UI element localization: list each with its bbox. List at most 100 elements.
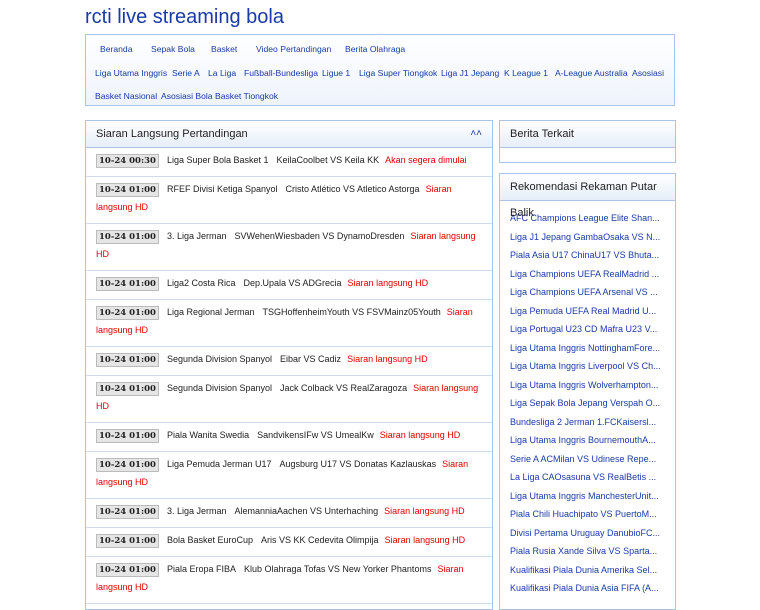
match-status[interactable]: Siaran langsung [413,383,478,393]
match-status[interactable]: Siaran langsung [410,231,475,241]
match-status[interactable]: Siaran [442,459,468,469]
match-teams[interactable]: Aris VS KK Cedevita Olimpija [261,535,379,545]
nav-link-liga-utama-inggris[interactable]: Liga Utama Inggris [95,68,167,78]
match-status-continued[interactable]: langsung HD [96,325,148,335]
replay-link[interactable]: Divisi Pertama Uruguay DanubioFC... [500,524,675,543]
match-league[interactable]: 3. Liga Jerman [167,231,227,241]
match-status[interactable]: Siaran [437,564,463,574]
replay-link[interactable]: Bundesliga 2 Jerman 1.FCKaisersl... [500,413,675,432]
match-teams[interactable]: KeilaCoolbet VS Keila KK [277,155,380,165]
replay-link[interactable]: Liga Utama Inggris Wolverhampton... [500,376,675,395]
replay-link[interactable]: Piala Chili Huachipato VS PuertoM... [500,505,675,524]
replay-link[interactable]: Liga Utama Inggris NottinghamFore... [500,339,675,358]
replay-link[interactable]: Liga Sepak Bola Jepang Verspah O... [500,394,675,413]
nav-link-beranda[interactable]: Beranda [100,44,133,54]
replay-link[interactable]: Kualifikasi Piala Dunia Amerika Sel... [500,561,675,580]
match-league[interactable]: Piala Wanita Swedia [167,430,249,440]
match-league[interactable]: Segunda Division Spanyol [167,383,272,393]
nav-link-sepak-bola[interactable]: Sepak Bola [151,44,195,54]
match-row[interactable]: 10-24 01:00 RFEF Divisi Ketiga Spanyol Cri… [86,176,492,224]
match-status[interactable]: Siaran langsung HD [347,354,428,364]
match-row[interactable]: 10-24 01:00 Liga2 Costa Rica Dep.Upala VS … [86,270,492,300]
replay-link[interactable]: Liga Pemuda UEFA Real Madrid U... [500,302,675,321]
nav-link-a-league-australia[interactable]: A-League Australia [555,68,628,78]
collapse-icon[interactable]: ˄˄ [470,121,482,147]
replay-link[interactable]: Piala Rusia Xande Silva VS Sparta... [500,542,675,561]
match-row[interactable]: 10-24 01:00 Liga Pemuda Jerman U17 Augsbur… [86,451,492,499]
match-status-continued[interactable]: langsung HD [96,477,148,487]
replay-link[interactable]: Liga Utama Inggris ManchesterUnit... [500,487,675,506]
nav-link-k-league-1[interactable]: K League 1 [504,68,548,78]
match-teams[interactable]: SandvikensIFw VS UmealKw [257,430,374,440]
nav-link-berita-olahraga[interactable]: Berita Olahraga [345,44,405,54]
site-title[interactable]: rcti live streaming bola [85,6,284,29]
match-status-continued[interactable]: HD [96,249,109,259]
match-teams[interactable]: TSGHoffenheimYouth VS FSVMainz05Youth [263,307,441,317]
match-teams[interactable]: Eibar VS Cadiz [280,354,341,364]
nav-link-basket[interactable]: Basket [211,44,237,54]
replay-link[interactable]: Piala Asia U17 ChinaU17 VS Bhuta... [500,246,675,265]
replay-link[interactable]: Liga J1 Jepang GambaOsaka VS N... [500,228,675,247]
match-teams[interactable]: AlemanniaAachen VS Unterhaching [235,506,379,516]
match-status[interactable]: Akan segera dimulai [385,155,467,165]
match-status[interactable]: Siaran [426,184,452,194]
match-status[interactable]: Siaran langsung HD [384,506,465,516]
match-row[interactable]: 10-24 01:00 Segunda Division Spanyol Jack … [86,375,492,423]
match-league[interactable]: Piala Eropa FIBA [167,564,236,574]
match-league[interactable]: Liga Pemuda Jerman U17 [167,459,272,469]
match-time: 10-24 01:00 [96,534,159,548]
match-line: 10-24 01:00 3. Liga Jerman AlemanniaAachen… [96,505,465,519]
match-row[interactable]: 10-24 01:00 Segunda Division Spanyol Eibar… [86,346,492,376]
related-news-header: Berita Terkait [500,121,675,148]
nav-link-la-liga[interactable]: La Liga [208,68,236,78]
match-row[interactable]: 10-24 01:00 Bola Basket EuroCup Aris VS KK… [86,527,492,557]
match-league[interactable]: Liga2 Costa Rica [167,278,236,288]
match-status[interactable]: Siaran langsung HD [348,278,429,288]
replay-link[interactable]: Liga Utama Inggris Liverpool VS Ch... [500,357,675,376]
match-row[interactable]: 10-24 01:00 Piala Eropa FIBA Klub Olahraga… [86,556,492,604]
match-teams[interactable]: Dep.Upala VS ADGrecia [244,278,342,288]
match-league[interactable]: Segunda Division Spanyol [167,354,272,364]
match-league[interactable]: RFEF Divisi Ketiga Spanyol [167,184,278,194]
replay-link[interactable]: Liga Champions UEFA Arsenal VS ... [500,283,675,302]
replay-link[interactable]: Liga Champions UEFA RealMadrid ... [500,265,675,284]
match-row[interactable]: 10-24 01:00 Liga Regional Jerman TSGHoffen… [86,299,492,347]
match-status-continued[interactable]: langsung HD [96,202,148,212]
match-row[interactable]: 10-24 00:30 Liga Super Bola Basket 1 Keila… [86,147,492,177]
match-status-continued[interactable]: HD [96,401,109,411]
match-row[interactable]: 10-24 01:00 3. Liga Jerman SVWehenWiesbade… [86,223,492,271]
nav-link-liga-j1-jepang[interactable]: Liga J1 Jepang [441,68,499,78]
match-status[interactable]: Siaran [447,307,473,317]
match-status-continued[interactable]: langsung HD [96,582,148,592]
nav-link-ligue-1[interactable]: Ligue 1 [322,68,350,78]
replay-link[interactable]: Liga Utama Inggris BournemouthA... [500,431,675,450]
match-league[interactable]: 3. Liga Jerman [167,506,227,516]
match-status[interactable]: Siaran langsung HD [385,535,466,545]
replay-link[interactable]: Serie A ACMilan VS Udinese Repe... [500,450,675,469]
nav-link-liga-super-tiongkok[interactable]: Liga Super Tiongkok [359,68,437,78]
match-teams[interactable]: Augsburg U17 VS Donatas Kazlauskas [280,459,437,469]
replay-link[interactable]: La Liga CAOsasuna VS RealBetis ... [500,468,675,487]
nav-link-video-pertandingan[interactable]: Video Pertandingan [256,44,331,54]
match-league[interactable]: Liga Regional Jerman [167,307,255,317]
match-row[interactable]: 10-24 01:00 Piala Wanita Swedia Sandvikens… [86,422,492,452]
match-teams[interactable]: SVWehenWiesbaden VS DynamoDresden [235,231,405,241]
match-league[interactable]: Bola Basket EuroCup [167,535,253,545]
nav-link-serie-a[interactable]: Serie A [172,68,200,78]
match-time: 10-24 01:00 [96,563,159,577]
nav-link-asosiasi-bola-basket-tiongkok[interactable]: Asosiasi Bola Basket Tiongkok [161,91,278,101]
match-teams[interactable]: Klub Olahraga Tofas VS New Yorker Phanto… [244,564,431,574]
nav-link-basket-nasional[interactable]: Basket Nasional [95,91,157,101]
match-status[interactable]: Siaran langsung HD [380,430,461,440]
match-league[interactable]: Liga Super Bola Basket 1 [167,155,269,165]
nav-link-bundesliga[interactable]: Fußball-Bundesliga [244,68,318,78]
nav-link-asosiasi[interactable]: Asosiasi [632,68,664,78]
match-line: 10-24 01:00 RFEF Divisi Ketiga Spanyol Cri… [96,183,452,197]
replay-link[interactable]: Kualifikasi Piala Dunia Asia FIFA (A... [500,579,675,598]
match-time: 10-24 01:00 [96,505,159,519]
match-teams[interactable]: Cristo Atlético VS Atletico Astorga [286,184,420,194]
live-matches-panel: Siaran Langsung Pertandingan ˄˄ 10-24 00… [85,120,493,610]
replay-link[interactable]: Liga Portugal U23 CD Mafra U23 V... [500,320,675,339]
match-teams[interactable]: Jack Colback VS RealZaragoza [280,383,407,393]
match-row[interactable]: 10-24 01:00 3. Liga Jerman AlemanniaAachen… [86,498,492,528]
